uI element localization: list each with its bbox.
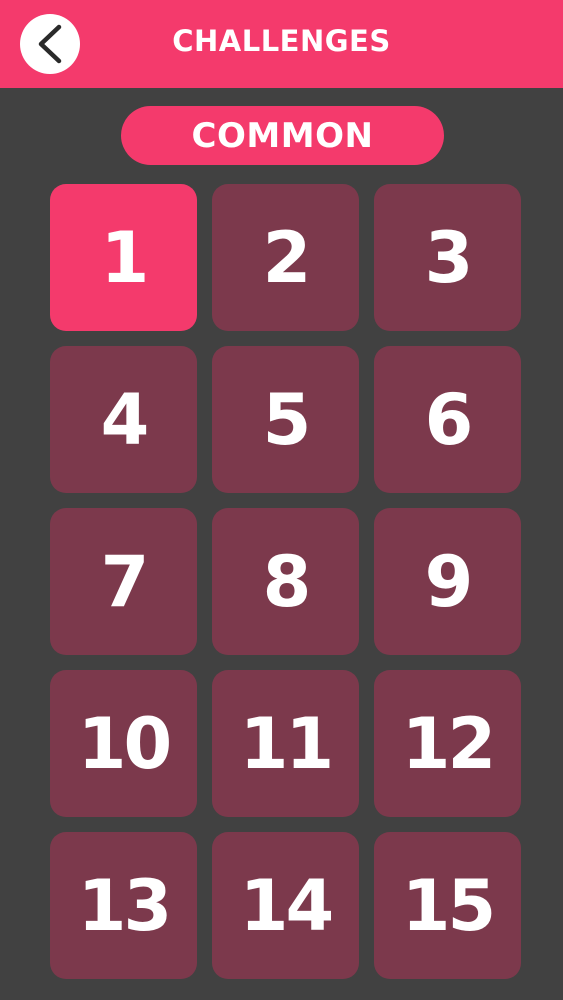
level-tile[interactable]: 5	[212, 346, 359, 493]
level-grid: 1 2 3 4 5 6 7 8 9 10 11 12 13 14 15	[50, 184, 521, 979]
level-tile[interactable]: 9	[374, 508, 521, 655]
level-tile[interactable]: 13	[50, 832, 197, 979]
level-tile[interactable]: 7	[50, 508, 197, 655]
category-label: COMMON	[121, 106, 444, 165]
level-tile[interactable]: 12	[374, 670, 521, 817]
level-tile[interactable]: 4	[50, 346, 197, 493]
page-title: CHALLENGES	[172, 24, 391, 58]
level-tile[interactable]: 14	[212, 832, 359, 979]
top-bar: CHALLENGES	[0, 0, 563, 88]
level-tile[interactable]: 3	[374, 184, 521, 331]
level-tile[interactable]: 11	[212, 670, 359, 817]
level-tile[interactable]: 8	[212, 508, 359, 655]
level-tile[interactable]: 6	[374, 346, 521, 493]
level-tile-selected[interactable]: 1	[50, 184, 197, 331]
level-tile[interactable]: 2	[212, 184, 359, 331]
level-tile[interactable]: 10	[50, 670, 197, 817]
level-tile[interactable]: 15	[374, 832, 521, 979]
